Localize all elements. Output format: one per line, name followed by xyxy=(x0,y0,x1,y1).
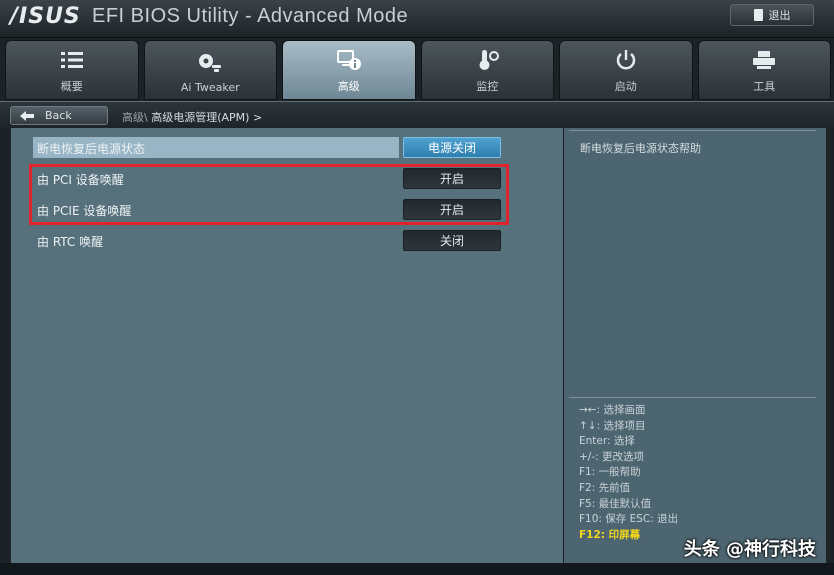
key-hint: F10: 保存 ESC: 退出 xyxy=(579,513,679,526)
watermark: 头条 @神行科技 xyxy=(683,539,816,560)
back-button[interactable]: Back xyxy=(10,106,108,125)
setting-label: 由 PCIE 设备唤醒 xyxy=(37,204,132,218)
fan-tweak-icon xyxy=(197,51,223,75)
key-hint: Enter: 选择 xyxy=(579,435,635,448)
tab-advanced[interactable]: 高级 xyxy=(282,40,416,100)
setting-label: 由 PCI 设备唤醒 xyxy=(37,173,124,187)
tab-monitor[interactable]: 监控 xyxy=(420,40,554,100)
tab-overview[interactable]: 概要 xyxy=(5,40,139,100)
tab-label: 监控 xyxy=(476,80,499,93)
breadcrumb-arrow: > xyxy=(252,111,263,124)
bottom-bar xyxy=(0,563,834,575)
tab-label: 启动 xyxy=(614,80,637,93)
help-panel: 断电恢复后电源状态帮助 →←: 选择画面 ↑↓: 选择项目 Enter: 选择 … xyxy=(564,128,826,563)
breadcrumb-parent[interactable]: 高级\ xyxy=(122,111,148,124)
setting-value-button[interactable]: 开启 xyxy=(403,199,501,220)
title-bar: /ISUS EFI BIOS Utility - Advanced Mode 退… xyxy=(0,0,834,38)
setting-row-ac-power-loss[interactable]: 断电恢复后电源状态 电源关闭 xyxy=(33,137,509,159)
key-hint: +/-: 更改选项 xyxy=(579,450,644,463)
app-title: EFI BIOS Utility - Advanced Mode xyxy=(92,5,409,27)
setting-value-button[interactable]: 关闭 xyxy=(403,230,501,251)
tab-label: 概要 xyxy=(60,80,83,93)
tab-label: 高级 xyxy=(337,80,360,93)
breadcrumb-current: 高级电源管理(APM) xyxy=(151,111,250,124)
back-label: Back xyxy=(45,109,72,122)
setting-row-pci-wake[interactable]: 由 PCI 设备唤醒 开启 xyxy=(33,168,509,190)
setting-label: 断电恢复后电源状态 xyxy=(37,142,146,156)
main-tabs: 概要 Ai Tweaker 高级 监控 启动 工具 xyxy=(5,40,831,100)
tab-ai-tweaker[interactable]: Ai Tweaker xyxy=(143,40,277,100)
list-icon xyxy=(60,48,84,72)
thermometer-fan-icon xyxy=(475,48,500,72)
setting-value-button[interactable]: 电源关闭 xyxy=(403,137,501,158)
divider xyxy=(569,130,816,131)
printer-tool-icon xyxy=(752,48,776,72)
breadcrumb-bar: Back 高级\ 高级电源管理(APM) > xyxy=(0,101,834,128)
settings-panel xyxy=(11,128,563,563)
tab-tools[interactable]: 工具 xyxy=(697,40,831,100)
advanced-info-icon xyxy=(336,48,362,72)
tab-label: 工具 xyxy=(753,80,776,93)
key-legend: →←: 选择画面 ↑↓: 选择项目 Enter: 选择 +/-: 更改选项 F1… xyxy=(579,403,678,543)
asus-logo: /ISUS xyxy=(10,4,81,29)
power-icon xyxy=(615,48,637,72)
setting-label: 由 RTC 唤醒 xyxy=(37,235,104,249)
help-text: 断电恢复后电源状态帮助 xyxy=(580,142,701,155)
exit-label: 退出 xyxy=(768,9,791,22)
key-hint: ↑↓: 选择项目 xyxy=(579,419,646,432)
setting-value-button[interactable]: 开启 xyxy=(403,168,501,189)
key-hint: F2: 先前值 xyxy=(579,481,631,494)
key-hint: →←: 选择画面 xyxy=(579,404,646,416)
divider xyxy=(569,397,816,398)
exit-button[interactable]: 退出 xyxy=(730,4,814,26)
key-hint-print-screen: F12: 印屏幕 xyxy=(579,528,641,541)
breadcrumb: 高级\ 高级电源管理(APM) > xyxy=(122,109,262,125)
exit-icon xyxy=(753,9,763,21)
tab-label: Ai Tweaker xyxy=(180,81,240,94)
key-hint: F5: 最佳默认值 xyxy=(579,497,652,510)
tab-boot[interactable]: 启动 xyxy=(559,40,693,100)
back-arrow-icon xyxy=(20,110,34,121)
setting-row-rtc-wake[interactable]: 由 RTC 唤醒 关闭 xyxy=(33,230,509,252)
setting-row-pcie-wake[interactable]: 由 PCIE 设备唤醒 开启 xyxy=(33,199,509,221)
key-hint: F1: 一般帮助 xyxy=(579,466,641,479)
